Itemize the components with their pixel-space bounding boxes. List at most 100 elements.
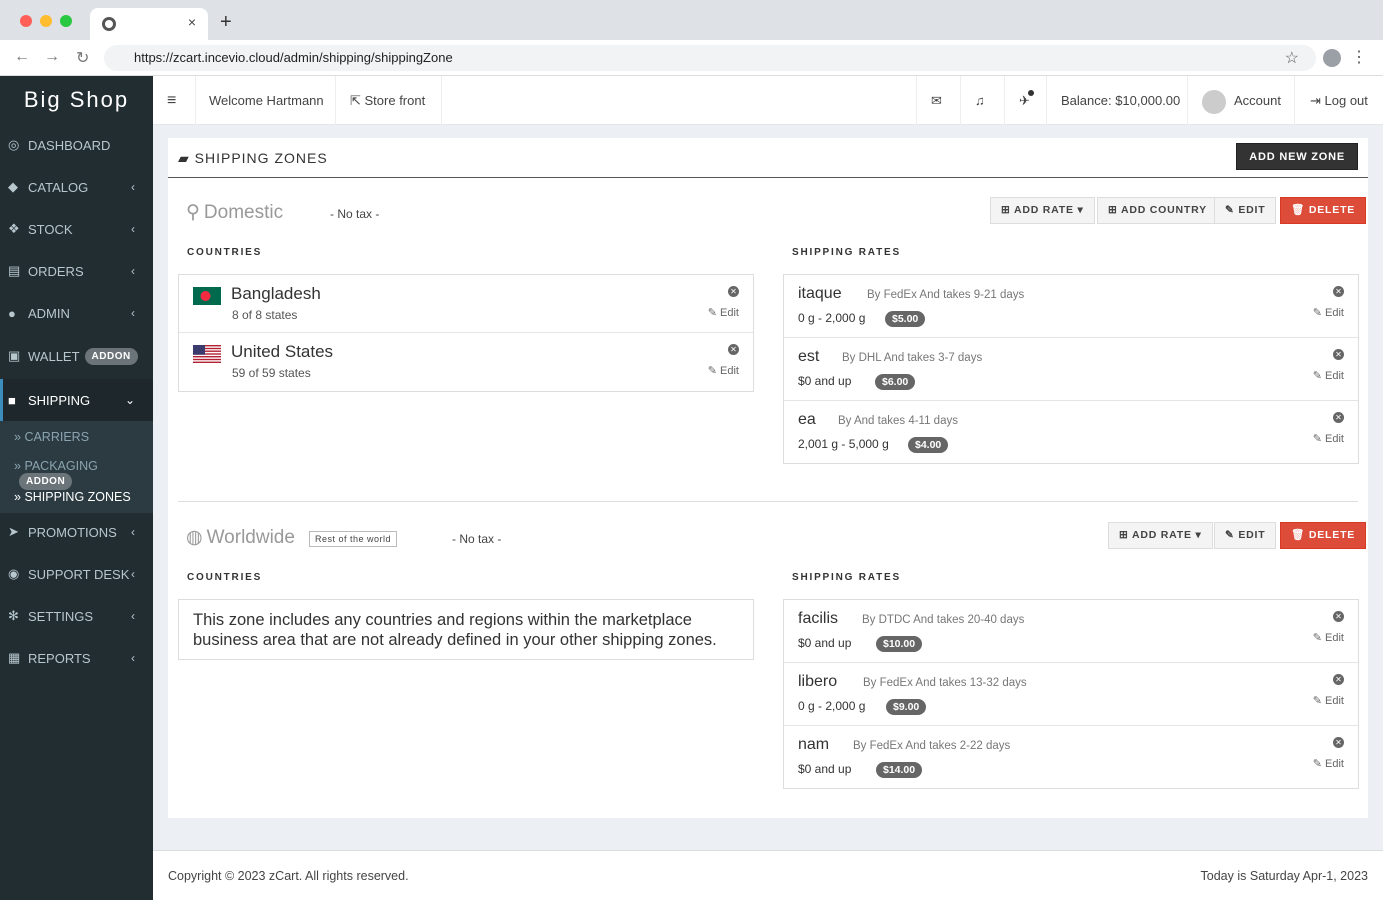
logo[interactable]: Big Shop	[0, 76, 153, 124]
rate-name: nam	[798, 736, 830, 753]
add-rate-dropdown[interactable]: ⊞ ADD RATE ▾	[990, 197, 1095, 224]
shipping-zones-box: ▰ SHIPPING ZONES ADD NEW ZONE ⚲ Domestic …	[168, 138, 1368, 818]
remove-country-icon[interactable]: ✕	[728, 344, 739, 355]
bookmark-star-icon[interactable]: ☆	[1285, 48, 1299, 68]
forward-icon[interactable]: →	[44, 48, 60, 66]
edit-rate-link[interactable]: ✎ Edit	[1313, 432, 1344, 445]
user-secret-icon: ●	[8, 305, 16, 321]
avatar	[1202, 89, 1226, 114]
cogs-icon: ✻	[8, 608, 19, 623]
add-rate-dropdown[interactable]: ⊞ ADD RATE ▾	[1108, 522, 1213, 549]
store-front-link[interactable]: ⇱ Store front	[350, 76, 425, 125]
bell-icon[interactable]: ♫	[975, 76, 985, 125]
sidebar-item-promotions[interactable]: ➤ PROMOTIONS ‹	[0, 511, 153, 553]
sidebar-item-label: ORDERS	[28, 263, 84, 279]
remove-rate-icon[interactable]: ✕	[1333, 611, 1344, 622]
delete-zone-button[interactable]: 🗑 DELETE	[1280, 197, 1367, 224]
zone-tax: - No tax -	[452, 532, 502, 546]
submenu-item-shipping-zones[interactable]: » SHIPPING ZONES	[14, 490, 131, 504]
logout-link[interactable]: ⇥ Log out	[1310, 76, 1368, 125]
edit-label: EDIT	[1238, 529, 1266, 541]
truck-icon: ▰	[178, 150, 195, 166]
zone-title-worldwide: ◍ Worldwide	[186, 526, 295, 549]
sidebar-item-stock[interactable]: ❖ STOCK ‹	[0, 208, 153, 250]
sidebar-item-label: ADMIN	[28, 305, 70, 321]
chevron-left-icon: ‹	[131, 306, 135, 320]
rate-description: By FedEx And takes 2-22 days	[853, 740, 1011, 752]
sidebar-item-wallet[interactable]: ▣ WALLET ADDON	[0, 335, 153, 377]
external-link-icon: ⇱	[350, 93, 365, 108]
worldwide-note-panel: This zone includes any countries and reg…	[178, 599, 754, 660]
hamburger-icon[interactable]: ≡	[167, 76, 176, 125]
country-states: 59 of 59 states	[232, 366, 311, 380]
rate-row: facilis By DTDC And takes 20-40 days $0 …	[784, 600, 1358, 663]
sidebar-item-label: CATALOG	[28, 179, 89, 195]
reload-icon[interactable]: ↻	[76, 48, 89, 68]
cubes-icon: ❖	[8, 221, 20, 236]
sidebar-item-catalog[interactable]: ◆ CATALOG ‹	[0, 166, 153, 208]
add-new-zone-button[interactable]: ADD NEW ZONE	[1236, 143, 1358, 170]
submenu-item-packaging[interactable]: » PACKAGINGADDON	[14, 459, 153, 490]
chevron-left-icon: ‹	[131, 567, 135, 581]
zone-name: Worldwide	[206, 527, 295, 548]
copyright-text: Copyright © 2023 zCart. All rights reser…	[168, 869, 409, 883]
remove-rate-icon[interactable]: ✕	[1333, 674, 1344, 685]
sidebar-item-orders[interactable]: ▤ ORDERS ‹	[0, 250, 153, 292]
remove-rate-icon[interactable]: ✕	[1333, 349, 1344, 360]
store-front-label: Store front	[364, 93, 426, 108]
new-tab-button[interactable]: +	[220, 12, 232, 32]
remove-rate-icon[interactable]: ✕	[1333, 412, 1344, 423]
envelope-icon[interactable]: ✉	[931, 76, 942, 125]
rate-price-badge: $9.00	[886, 699, 927, 715]
rate-range: 0 g - 2,000 g	[798, 699, 866, 713]
edit-zone-button[interactable]: ✎ EDIT	[1214, 197, 1277, 224]
back-icon[interactable]: ←	[14, 48, 30, 66]
rate-name: libero	[798, 673, 838, 690]
edit-country-link[interactable]: ✎ Edit	[708, 306, 739, 319]
minimize-window-button[interactable]	[40, 15, 52, 27]
profile-icon[interactable]	[1323, 49, 1341, 67]
url-input[interactable]: https://zcart.incevio.cloud/admin/shippi…	[104, 45, 1316, 71]
close-window-button[interactable]	[20, 15, 32, 27]
edit-rate-link[interactable]: ✎ Edit	[1313, 757, 1344, 770]
edit-link-label: Edit	[720, 365, 739, 377]
add-country-button[interactable]: ⊞ ADD COUNTRY	[1097, 197, 1218, 224]
edit-link-label: Edit	[1325, 632, 1344, 644]
sidebar-item-support-desk[interactable]: ◉ SUPPORT DESK ‹	[0, 553, 153, 595]
account-menu[interactable]: Account	[1202, 76, 1281, 125]
zone-name: Domestic	[203, 202, 284, 223]
logout-label: Log out	[1324, 93, 1368, 108]
remove-rate-icon[interactable]: ✕	[1333, 286, 1344, 297]
sidebar-item-shipping[interactable]: ■ SHIPPING ⌄	[0, 379, 153, 421]
country-row: United States 59 of 59 states ✕ ✎ Edit	[179, 333, 753, 391]
close-tab-icon[interactable]: ×	[188, 14, 196, 30]
browser-menu-icon[interactable]: ⋮	[1351, 47, 1367, 67]
announcement-icon[interactable]: ✈	[1019, 76, 1034, 125]
tag-icon: ◆	[8, 179, 18, 194]
remove-rate-icon[interactable]: ✕	[1333, 737, 1344, 748]
chevron-left-icon: ‹	[131, 180, 135, 194]
truck-icon: ■	[8, 392, 16, 408]
edit-rate-link[interactable]: ✎ Edit	[1313, 631, 1344, 644]
edit-rate-link[interactable]: ✎ Edit	[1313, 306, 1344, 319]
sidebar-item-admin[interactable]: ● ADMIN ‹	[0, 292, 153, 334]
browser-tab[interactable]: ×	[90, 8, 208, 40]
sidebar-item-reports[interactable]: ▦ REPORTS ‹	[0, 637, 153, 679]
bangladesh-flag-icon	[193, 287, 221, 305]
submenu-item-carriers[interactable]: » CARRIERS	[14, 430, 89, 444]
edit-zone-button[interactable]: ✎ EDIT	[1214, 522, 1277, 549]
chrome-icon	[102, 17, 116, 31]
sidebar-item-settings[interactable]: ✻ SETTINGS ‹	[0, 595, 153, 637]
browser-tabbar: × +	[0, 0, 1383, 40]
submenu-item-label: CARRIERS	[24, 430, 90, 444]
rate-price-badge: $6.00	[875, 374, 916, 390]
chevron-left-icon: ‹	[131, 525, 135, 539]
divider	[195, 76, 196, 125]
sidebar-item-dashboard[interactable]: ◎ DASHBOARD	[0, 124, 153, 166]
maximize-window-button[interactable]	[60, 15, 72, 27]
edit-rate-link[interactable]: ✎ Edit	[1313, 694, 1344, 707]
remove-country-icon[interactable]: ✕	[728, 286, 739, 297]
edit-country-link[interactable]: ✎ Edit	[708, 364, 739, 377]
edit-rate-link[interactable]: ✎ Edit	[1313, 369, 1344, 382]
delete-zone-button[interactable]: 🗑 DELETE	[1280, 522, 1367, 549]
